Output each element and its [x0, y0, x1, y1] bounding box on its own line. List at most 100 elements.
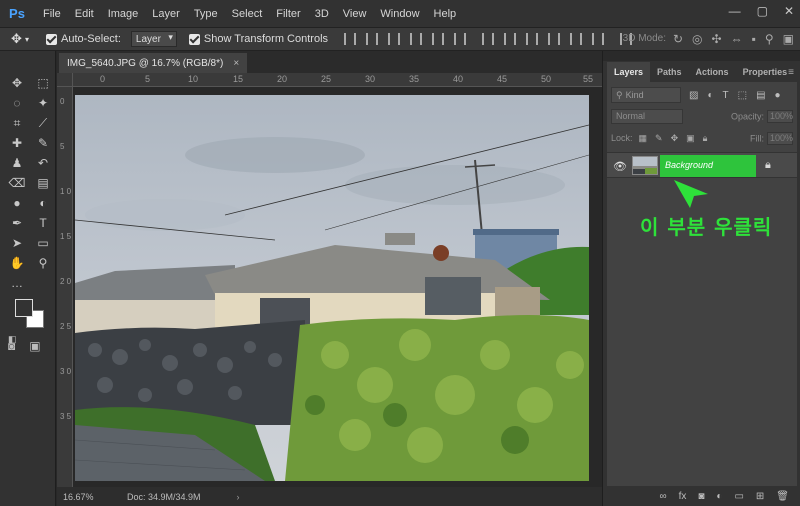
tab-layers[interactable]: Layers: [607, 62, 651, 82]
horizontal-ruler[interactable]: 0 5 10 15 20 25 30 35 40 45 50 55: [73, 73, 602, 87]
menu-layer[interactable]: Layer: [145, 8, 187, 20]
hand-tool-icon[interactable]: ✋: [4, 253, 30, 273]
layer-style-icon[interactable]: fx: [679, 491, 687, 502]
adjustment-layer-icon[interactable]: ◐: [716, 491, 722, 502]
dodge-tool-icon[interactable]: ◐: [30, 193, 56, 213]
magic-wand-icon[interactable]: ✦: [30, 93, 56, 113]
vertical-ruler[interactable]: 0 5 1 0 1 5 2 0 2 5 3 0 3 5: [57, 87, 73, 487]
lasso-tool-icon[interactable]: ◌: [4, 93, 30, 113]
link-layers-icon[interactable]: ∞: [659, 491, 666, 502]
pixel-filter-icon[interactable]: ▨: [689, 90, 698, 101]
menu-view[interactable]: View: [336, 8, 374, 20]
eyedropper-icon[interactable]: ⟋: [30, 113, 56, 133]
align-vcenter-icon[interactable]: [366, 33, 379, 45]
more-tools-icon[interactable]: …: [4, 273, 30, 293]
blend-mode-dropdown[interactable]: Normal: [611, 108, 683, 124]
foreground-color-swatch[interactable]: [15, 299, 33, 317]
add-mask-icon[interactable]: ◙: [698, 491, 704, 502]
menu-filter[interactable]: Filter: [269, 8, 307, 20]
gradient-tool-icon[interactable]: ▤: [30, 173, 56, 193]
align-hcenter-icon[interactable]: [432, 33, 445, 45]
type-tool-icon[interactable]: T: [30, 213, 56, 233]
align-top-icon[interactable]: [344, 33, 357, 45]
kind-filter-dropdown[interactable]: ⚲ Kind: [611, 87, 681, 103]
path-select-icon[interactable]: ➤: [4, 233, 30, 253]
delete-layer-icon[interactable]: 🗑︎: [776, 491, 789, 502]
zoom-tool-icon[interactable]: ⚲: [30, 253, 56, 273]
document-tab[interactable]: IMG_5640.JPG @ 16.7% (RGB/8*) ×: [59, 53, 248, 73]
3d-roll-icon[interactable]: ◎: [692, 32, 702, 46]
type-filter-icon[interactable]: T: [723, 90, 729, 101]
panel-collapse-bar[interactable]: [603, 51, 800, 61]
opacity-input[interactable]: 100%: [767, 109, 793, 123]
layer-name[interactable]: Background: [665, 160, 713, 170]
history-brush-icon[interactable]: ↶: [30, 153, 56, 173]
align-right-icon[interactable]: [454, 33, 467, 45]
menu-window[interactable]: Window: [373, 8, 426, 20]
eraser-tool-icon[interactable]: ⌫: [4, 173, 30, 193]
auto-select-dropdown[interactable]: Layer: [130, 31, 177, 47]
show-transform-checkbox[interactable]: [188, 33, 200, 45]
rectangle-tool-icon[interactable]: ▭: [30, 233, 56, 253]
menu-select[interactable]: Select: [225, 8, 270, 20]
crop-tool-icon[interactable]: ⌗: [4, 113, 30, 133]
auto-select-checkbox[interactable]: [46, 33, 57, 45]
marquee-tool-icon[interactable]: ⬚: [30, 73, 56, 93]
3d-scale-icon[interactable]: ▪: [752, 32, 756, 46]
3d-slide-icon[interactable]: ⇔: [731, 32, 743, 46]
align-bottom-icon[interactable]: [388, 33, 401, 45]
filter-toggle-icon[interactable]: ●: [775, 90, 781, 101]
adjustment-filter-icon[interactable]: ◐: [707, 90, 713, 101]
distribute-top-icon[interactable]: [482, 33, 495, 45]
workspace-icon[interactable]: ▣: [783, 32, 794, 46]
layer-lock-icon[interactable]: 🔒︎: [765, 159, 771, 172]
menu-image[interactable]: Image: [101, 8, 146, 20]
close-document-icon[interactable]: ×: [233, 58, 239, 69]
distribute-hcenter-icon[interactable]: [570, 33, 583, 45]
distribute-bottom-icon[interactable]: [526, 33, 539, 45]
lock-artboard-icon[interactable]: ▣: [686, 133, 695, 144]
brush-tool-icon[interactable]: ✎: [30, 133, 56, 153]
layer-thumbnail[interactable]: [632, 156, 658, 175]
minimize-icon[interactable]: —: [729, 4, 741, 18]
maximize-icon[interactable]: ▢: [757, 4, 768, 18]
stamp-tool-icon[interactable]: ♟: [4, 153, 30, 173]
shape-filter-icon[interactable]: ⬚: [738, 90, 747, 101]
menu-edit[interactable]: Edit: [68, 8, 101, 20]
ruler-origin[interactable]: [57, 73, 73, 87]
tab-actions[interactable]: Actions: [689, 62, 736, 82]
tab-properties[interactable]: Properties: [736, 62, 795, 82]
pen-tool-icon[interactable]: ✒: [4, 213, 30, 233]
lock-paint-icon[interactable]: ✎: [655, 133, 663, 144]
menu-file[interactable]: File: [36, 8, 68, 20]
menu-help[interactable]: Help: [427, 8, 464, 20]
healing-brush-icon[interactable]: ✚: [4, 133, 30, 153]
layer-row-background[interactable]: 👁︎ Background 🔒︎: [607, 152, 797, 178]
3d-rotate-icon[interactable]: ↻: [673, 32, 683, 46]
close-icon[interactable]: ✕: [784, 4, 794, 18]
move-tool-icon[interactable]: ✥: [4, 73, 30, 93]
new-group-icon[interactable]: ▭: [734, 491, 743, 502]
document-image[interactable]: [75, 95, 589, 481]
lock-position-icon[interactable]: ✥: [671, 133, 679, 144]
distribute-left-icon[interactable]: [548, 33, 561, 45]
lock-all-icon[interactable]: 🔒︎: [703, 133, 708, 144]
panel-menu-icon[interactable]: ≡: [788, 67, 794, 78]
zoom-level[interactable]: 16.67%: [63, 492, 123, 502]
align-left-icon[interactable]: [410, 33, 423, 45]
status-menu-arrow[interactable]: ›: [237, 492, 240, 502]
smart-object-filter-icon[interactable]: ▤: [756, 90, 765, 101]
new-layer-icon[interactable]: ⊞: [756, 491, 764, 502]
fill-input[interactable]: 100%: [767, 131, 793, 145]
blur-tool-icon[interactable]: ●: [4, 193, 30, 213]
visibility-eye-icon[interactable]: 👁︎: [613, 160, 627, 173]
distribute-right-icon[interactable]: [592, 33, 605, 45]
quick-mask-icon[interactable]: ◙: [8, 339, 15, 353]
move-tool-preset-icon[interactable]: ✥ ▾: [0, 31, 40, 47]
lock-transparency-icon[interactable]: ▦: [639, 133, 648, 144]
menu-type[interactable]: Type: [187, 8, 225, 20]
menu-3d[interactable]: 3D: [308, 8, 336, 20]
screen-mode-icon[interactable]: ▣: [29, 339, 40, 353]
tab-paths[interactable]: Paths: [650, 62, 689, 82]
3d-pan-icon[interactable]: ✣: [712, 32, 722, 46]
